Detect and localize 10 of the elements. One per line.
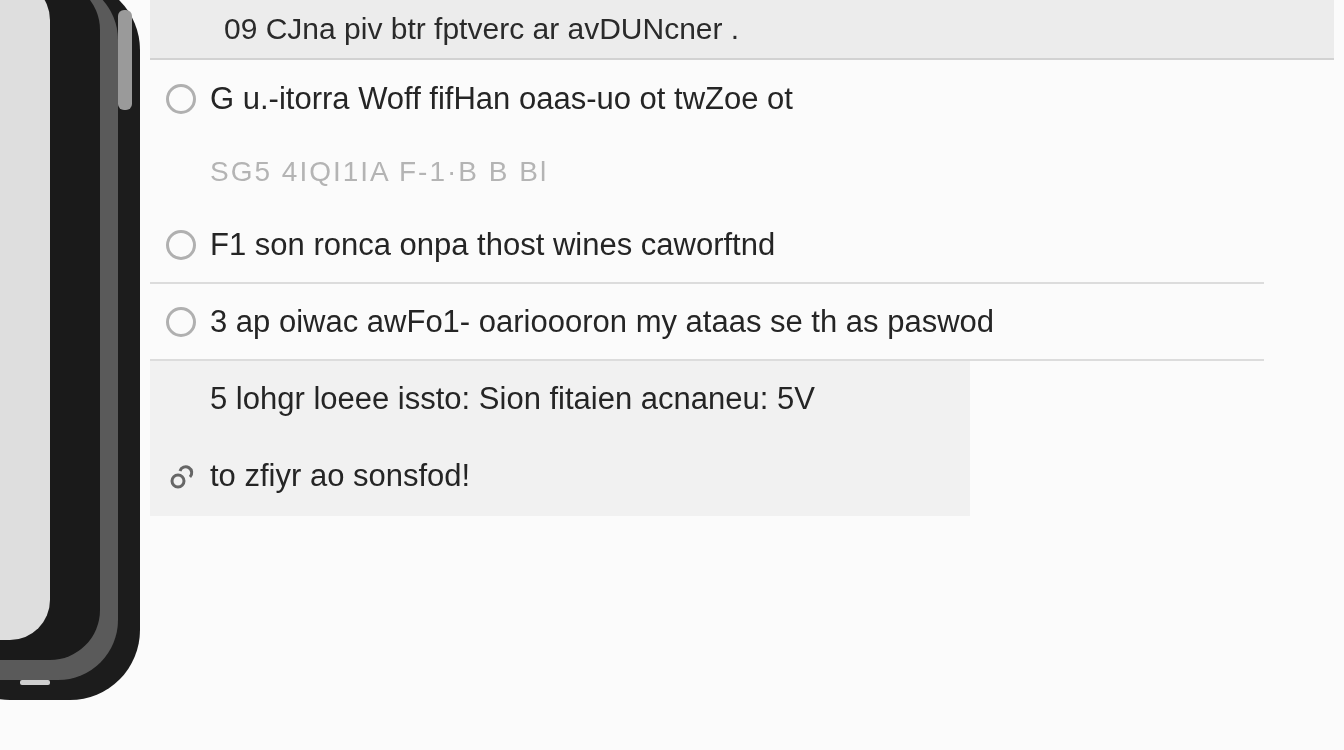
radio-button[interactable] (166, 229, 196, 260)
option-label: F1 son ronca onpa thost wines caworftnd (210, 226, 776, 263)
list-text: 5 lohgr loeee issto: Sion fitaien acnaneu: 5V (210, 380, 815, 417)
list-header: 09 CJna piv btr fptverc ar avDUNcner . (150, 0, 1334, 60)
faded-text: SG5 4IQI1IA F-1·B B Bl (210, 156, 549, 188)
option-label: G u.-itorra Woff fifHan oaas-uo ot twZoe ot (210, 80, 793, 117)
radio-button[interactable] (166, 306, 196, 337)
list-text: to zfiyr ao sonsfod! (210, 458, 471, 494)
option-label: 3 ap oiwac awFo1- oarioooron my ataas se th as paswod (210, 303, 995, 340)
radio-button[interactable] (166, 83, 196, 114)
